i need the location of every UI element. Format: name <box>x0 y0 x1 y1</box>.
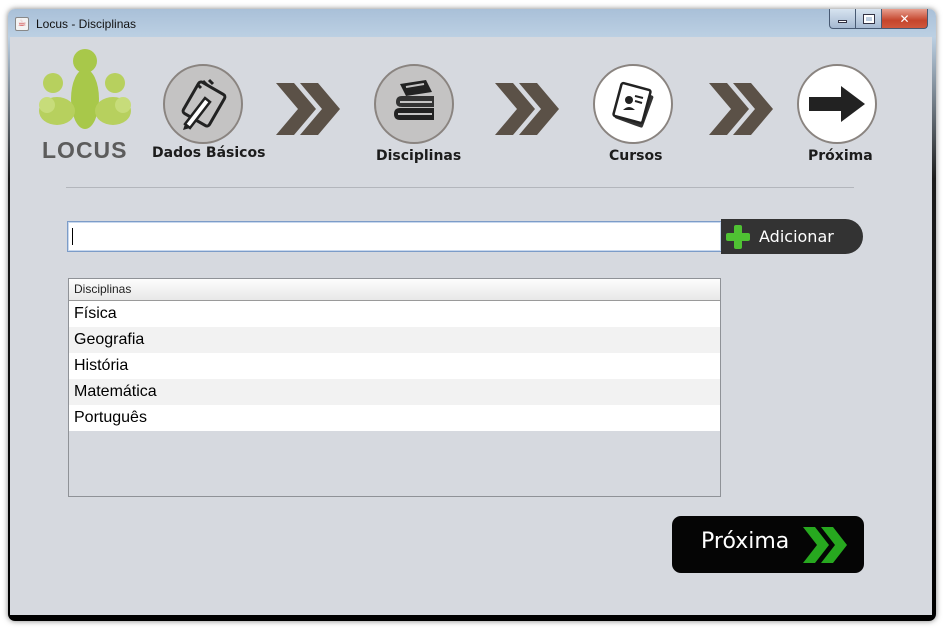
step-disciplinas[interactable] <box>374 64 454 144</box>
add-button-label: Adicionar <box>759 227 834 246</box>
table-header-disciplinas[interactable]: Disciplinas <box>69 279 720 301</box>
step-chevron-icon <box>276 83 340 135</box>
disciplinas-table[interactable]: Disciplinas Física Geografia História Ma… <box>68 278 721 497</box>
locus-figures-icon <box>39 49 131 129</box>
notepad-pen-icon <box>181 78 227 130</box>
step-dados-basicos[interactable] <box>163 64 243 144</box>
window-controls: ✕ <box>829 9 928 29</box>
window-title: Locus - Disciplinas <box>36 17 137 31</box>
double-chevron-right-icon <box>803 527 847 563</box>
step-label-proxima: Próxima <box>808 148 873 164</box>
main-panel: LOCUS Dados Básicos Disciplinas Cursos P… <box>10 37 932 615</box>
logo-text: LOCUS <box>42 137 128 163</box>
close-button[interactable]: ✕ <box>882 9 928 29</box>
maximize-button[interactable] <box>856 9 882 29</box>
table-row[interactable]: Física <box>69 301 720 327</box>
table-row[interactable]: Geografia <box>69 327 720 353</box>
table-row[interactable]: Português <box>69 405 720 431</box>
arrow-right-icon <box>809 86 865 122</box>
step-cursos[interactable] <box>593 64 673 144</box>
step-label-disciplinas: Disciplinas <box>376 148 462 164</box>
step-chevron-icon <box>495 83 559 135</box>
step-chevron-icon <box>709 83 773 135</box>
minimize-icon <box>838 20 847 23</box>
step-label-cursos: Cursos <box>609 148 663 164</box>
next-button-label: Próxima <box>701 529 790 554</box>
minimize-button[interactable] <box>829 9 856 29</box>
table-body: Física Geografia História Matemática Por… <box>69 301 720 431</box>
disciplina-input[interactable] <box>67 221 722 252</box>
maximize-icon <box>862 13 875 24</box>
plus-icon <box>726 224 750 249</box>
next-button[interactable]: Próxima <box>672 516 864 573</box>
java-app-icon: ☕ <box>15 17 29 31</box>
add-button[interactable]: Adicionar <box>721 219 863 254</box>
text-caret <box>72 228 73 245</box>
header-divider <box>66 187 854 188</box>
table-row[interactable]: Matemática <box>69 379 720 405</box>
books-icon <box>394 80 434 120</box>
table-row[interactable]: História <box>69 353 720 379</box>
title-bar[interactable]: ☕ Locus - Disciplinas ✕ <box>8 9 936 37</box>
application-window: ☕ Locus - Disciplinas ✕ LOCUS Dados Bási… <box>8 9 936 621</box>
step-proxima[interactable] <box>797 64 877 144</box>
step-label-dados-basicos: Dados Básicos <box>152 145 266 161</box>
locus-logo: LOCUS <box>35 47 135 163</box>
documents-icon <box>612 81 654 128</box>
close-icon: ✕ <box>899 11 910 26</box>
